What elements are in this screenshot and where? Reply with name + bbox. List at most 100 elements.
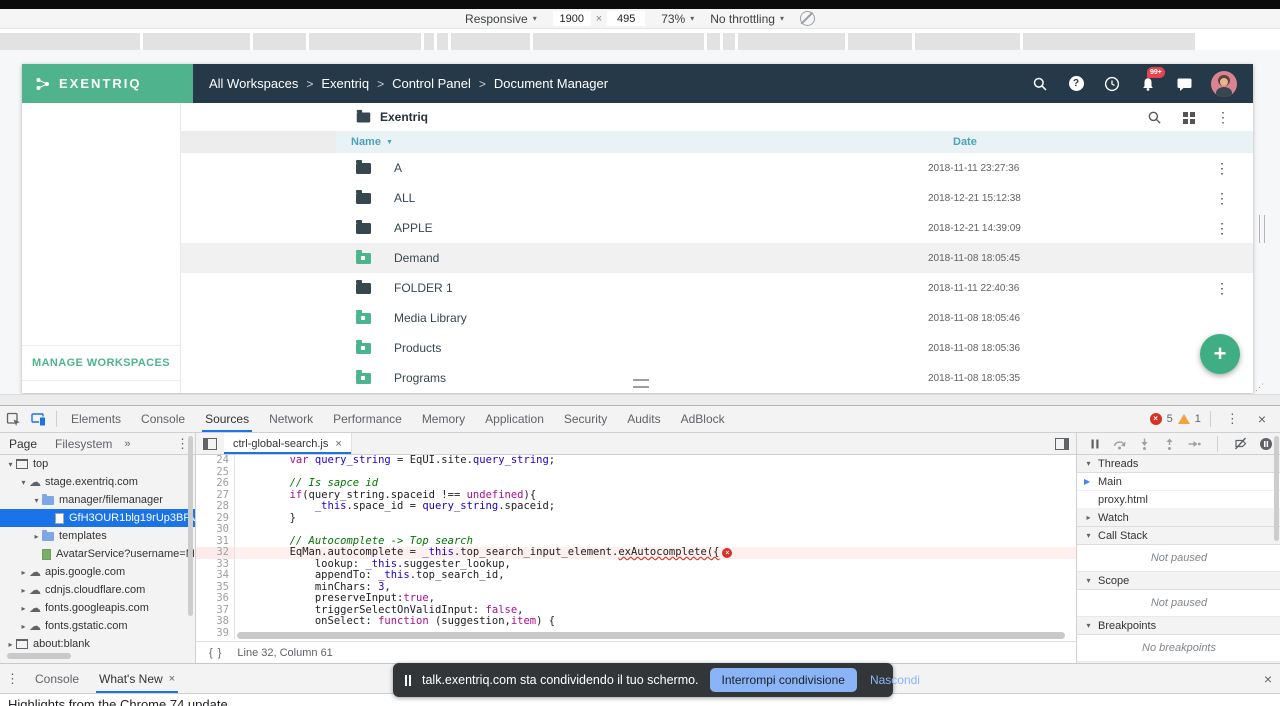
breadcrumb-item[interactable]: Exentriq	[321, 76, 369, 91]
collapse-navigator-icon[interactable]	[203, 438, 217, 450]
tree-item[interactable]: ▸☁apis.google.com	[0, 563, 195, 581]
tree-item[interactable]: ▾☁stage.exentriq.com	[0, 473, 195, 491]
tab-security[interactable]: Security	[554, 406, 617, 432]
deactivate-breakpoints-icon[interactable]	[1234, 437, 1247, 450]
stop-sharing-button[interactable]: Interrompi condivisione	[710, 668, 857, 692]
drawer-close-icon[interactable]: ×	[1256, 671, 1280, 687]
tab-application[interactable]: Application	[475, 406, 554, 432]
device-select[interactable]: Responsive ▾	[465, 12, 537, 26]
table-row[interactable]: FOLDER 12018-11-11 22:40:36⋮	[181, 273, 1253, 303]
drawer-tab-console[interactable]: Console	[25, 664, 89, 693]
pause-script-icon[interactable]	[1089, 438, 1101, 450]
table-row[interactable]: Demand2018-11-08 18:05:45	[181, 243, 1253, 273]
user-avatar[interactable]	[1211, 71, 1237, 97]
section-header-call-stack[interactable]: ▾Call Stack	[1077, 527, 1280, 545]
tab-page[interactable]: Page	[0, 437, 46, 451]
section-header-scope[interactable]: ▾Scope	[1077, 572, 1280, 590]
tree-item[interactable]: ▾top	[0, 455, 195, 473]
search-icon[interactable]	[1147, 110, 1162, 125]
hide-toast-link[interactable]: Nascondi	[868, 673, 920, 687]
line-number[interactable]: 39	[196, 628, 235, 640]
error-icon[interactable]: ×	[1150, 413, 1162, 425]
tree-item[interactable]: GfH3OUR1blg19rUp3BPV	[0, 509, 195, 527]
code-area[interactable]: 24 var query_string = EqUI.site.query_st…	[196, 455, 1076, 642]
tree-item[interactable]: ▸about:blank	[0, 635, 195, 653]
line-number[interactable]: 24	[196, 455, 235, 467]
tree-hscrollbar[interactable]	[7, 653, 71, 659]
inline-error-icon[interactable]: ×	[722, 548, 732, 558]
close-tab-icon[interactable]: ×	[169, 673, 175, 685]
thread-item[interactable]: proxy.html	[1077, 491, 1280, 509]
column-date[interactable]: Date	[953, 136, 977, 148]
zoom-select[interactable]: 73% ▾	[661, 12, 694, 26]
tree-item[interactable]: ▾manager/filemanager	[0, 491, 195, 509]
section-header-threads[interactable]: ▾Threads	[1077, 455, 1280, 473]
tab-adblock[interactable]: AdBlock	[671, 406, 735, 432]
add-button[interactable]: +	[1200, 334, 1240, 374]
line-number[interactable]: 34	[196, 570, 235, 582]
grid-view-icon[interactable]	[1182, 111, 1196, 125]
row-menu-icon[interactable]: ⋮	[1215, 160, 1229, 177]
inspect-element-icon[interactable]	[0, 407, 26, 431]
table-row[interactable]: Products2018-11-08 18:05:36	[181, 333, 1253, 363]
editor-file-tab[interactable]: ctrl-global-search.js ×	[224, 433, 352, 454]
section-header-watch[interactable]: ▸Watch	[1077, 509, 1280, 527]
line-number[interactable]: 36	[196, 593, 235, 605]
tab-filesystem[interactable]: Filesystem	[46, 437, 121, 451]
viewport-corner-resize-icon[interactable]: ⋰	[1255, 382, 1264, 393]
row-menu-icon[interactable]: ⋮	[1215, 220, 1229, 237]
step-over-icon[interactable]	[1113, 438, 1126, 450]
tab-network[interactable]: Network	[259, 406, 323, 432]
editor-hscrollbar[interactable]	[237, 632, 1065, 639]
tree-scrollbar[interactable]	[188, 436, 193, 616]
tab-elements[interactable]: Elements	[61, 406, 131, 432]
section-header-breakpoints[interactable]: ▾Breakpoints	[1077, 617, 1280, 635]
line-number[interactable]: 28	[196, 501, 235, 513]
tab-audits[interactable]: Audits	[617, 406, 670, 432]
tree-item[interactable]: ▸☁cdnjs.cloudflare.com	[0, 581, 195, 599]
breadcrumb-item[interactable]: All Workspaces	[209, 76, 298, 91]
tab-sources[interactable]: Sources	[195, 406, 259, 432]
collapse-debugger-icon[interactable]	[1055, 438, 1069, 450]
manage-workspaces-button[interactable]: MANAGE WORKSPACES	[22, 345, 180, 381]
pretty-print-icon[interactable]: { }	[209, 647, 222, 659]
pause-on-exceptions-icon[interactable]	[1259, 437, 1273, 451]
drawer-menu-icon[interactable]: ⋮	[0, 671, 25, 687]
breadcrumb-item[interactable]: Control Panel	[392, 76, 471, 91]
step-icon[interactable]	[1188, 438, 1201, 450]
notifications-bell-icon[interactable]: 99+	[1139, 75, 1157, 93]
line-number[interactable]: 38	[196, 616, 235, 628]
page-scrollbar[interactable]	[1259, 215, 1265, 243]
warning-icon[interactable]	[1178, 414, 1190, 424]
table-row[interactable]: A2018-11-11 23:27:36⋮	[181, 153, 1253, 183]
tree-item[interactable]: ▸☁fonts.googleapis.com	[0, 599, 195, 617]
table-row[interactable]: APPLE2018-12-21 14:39:09⋮	[181, 213, 1253, 243]
chat-icon[interactable]	[1175, 75, 1193, 93]
tree-item[interactable]: AvatarService?username=M	[0, 545, 195, 563]
breadcrumb-item[interactable]: Document Manager	[494, 76, 608, 91]
devtools-menu-icon[interactable]: ⋮	[1220, 411, 1245, 427]
history-clock-icon[interactable]	[1103, 75, 1121, 93]
search-icon[interactable]	[1031, 75, 1049, 93]
drawer-tab-what-s-new[interactable]: What's New×	[89, 664, 185, 693]
line-number[interactable]: 30	[196, 524, 235, 536]
tab-console[interactable]: Console	[131, 406, 195, 432]
help-icon[interactable]: ?	[1067, 75, 1085, 93]
table-row[interactable]: Programs2018-11-08 18:05:35	[181, 363, 1253, 393]
viewport-width-input[interactable]	[553, 11, 591, 26]
throttling-select[interactable]: No throttling ▾	[710, 12, 784, 26]
debugger-scrollbar[interactable]	[1274, 436, 1279, 541]
device-toolbar-icon[interactable]	[26, 407, 52, 431]
row-menu-icon[interactable]: ⋮	[1215, 190, 1229, 207]
tree-item[interactable]: ▸templates	[0, 527, 195, 545]
more-options-icon[interactable]: ⋮	[1216, 109, 1230, 126]
step-into-icon[interactable]	[1138, 438, 1151, 450]
table-row[interactable]: ALL2018-12-21 15:12:38⋮	[181, 183, 1253, 213]
more-tabs-icon[interactable]: »	[121, 438, 133, 450]
devtools-close-icon[interactable]: ×	[1250, 411, 1274, 427]
line-number[interactable]: 32	[196, 547, 235, 559]
line-number[interactable]: 26	[196, 478, 235, 490]
exentriq-logo[interactable]: EXENTRIQ	[22, 64, 193, 103]
viewport-resize-handle[interactable]	[633, 379, 649, 388]
tab-performance[interactable]: Performance	[323, 406, 412, 432]
